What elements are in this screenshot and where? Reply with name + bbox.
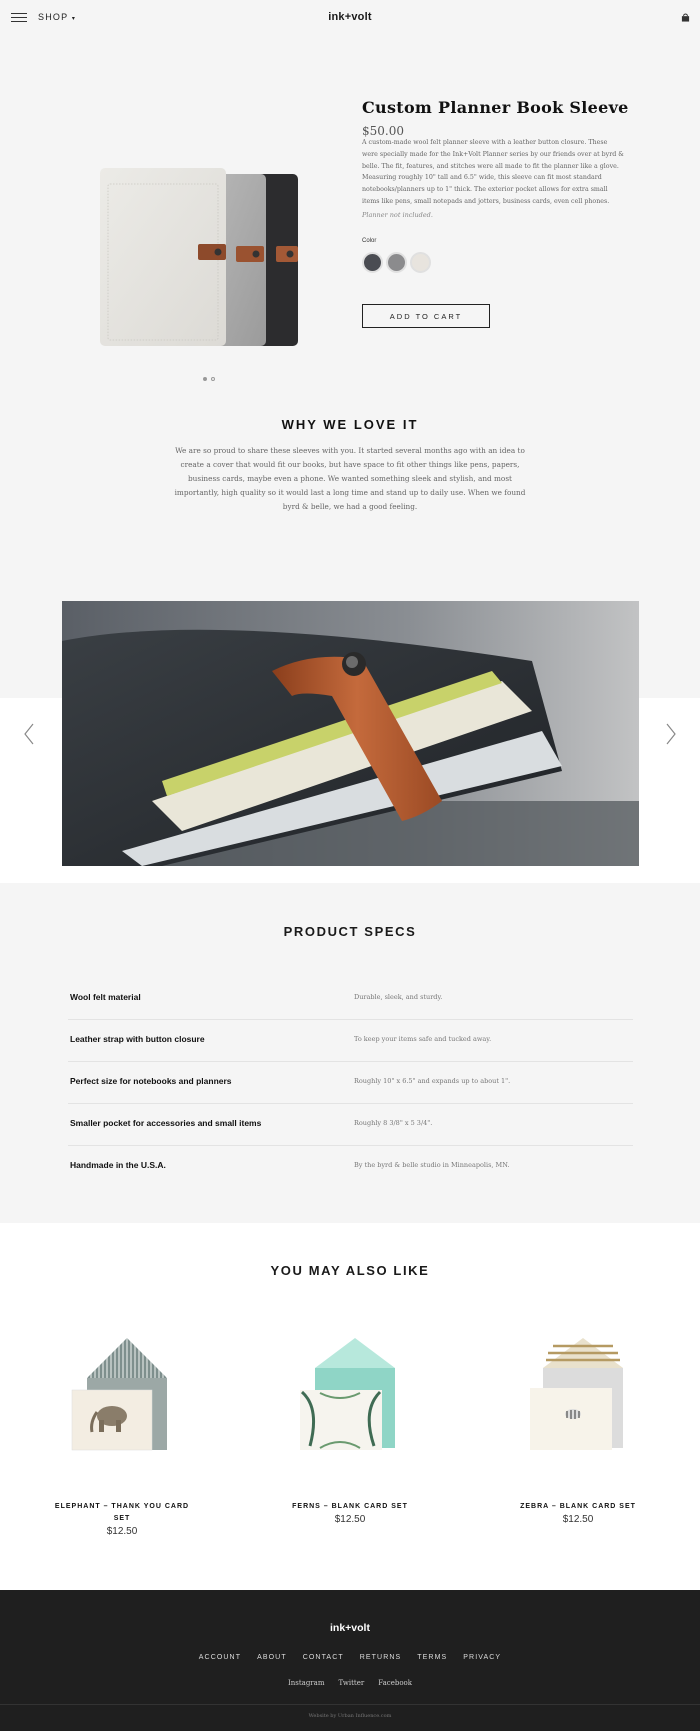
specs-title: PRODUCT SPECS: [283, 924, 417, 939]
shopping-bag-icon[interactable]: [681, 13, 690, 22]
spec-name: Smaller pocket for accessories and small…: [70, 1118, 262, 1128]
color-swatch-gray[interactable]: [386, 252, 407, 273]
footer-link-returns[interactable]: RETURNS: [360, 1654, 402, 1661]
spec-row: Smaller pocket for accessories and small…: [68, 1104, 633, 1146]
footer-link-terms[interactable]: TERMS: [417, 1654, 447, 1661]
product-card-name: ELEPHANT – THANK YOU CARD SET: [54, 1503, 190, 1522]
site-header: SHOP ▾ ink+volt: [0, 0, 700, 36]
carousel-dot[interactable]: [203, 377, 207, 381]
spec-value: Roughly 8 3/8" x 5 3/4".: [354, 1119, 433, 1127]
footer-credit[interactable]: Website by Urban Influence.com: [0, 1713, 700, 1719]
color-swatch-charcoal[interactable]: [362, 252, 383, 273]
footer-link-about[interactable]: ABOUT: [257, 1654, 287, 1661]
related-title: YOU MAY ALSO LIKE: [270, 1263, 430, 1278]
gallery-image: [62, 601, 639, 866]
color-swatch-oatmeal[interactable]: [410, 252, 431, 273]
product-card-price: $12.50: [562, 1514, 594, 1525]
color-label: Color: [362, 238, 377, 244]
footer-logo[interactable]: ink+volt: [0, 1622, 700, 1634]
product-thumbnail: [530, 1338, 623, 1450]
social-link-facebook[interactable]: Facebook: [378, 1679, 412, 1687]
product-price: $50.00: [362, 124, 404, 138]
product-card-zebra[interactable]: ZEBRA – BLANK CARD SET $12.50: [508, 1338, 648, 1525]
product-thumbnail: [71, 1338, 167, 1451]
product-card-price: $12.50: [334, 1514, 366, 1525]
gallery-photo: [62, 601, 639, 866]
why-text: We are so proud to share these sleeves w…: [174, 446, 526, 511]
related-products-section: YOU MAY ALSO LIKE ELEPHANT – THANK YOU C…: [0, 1223, 700, 1590]
social-link-twitter[interactable]: Twitter: [338, 1679, 364, 1687]
product-card-ferns[interactable]: FERNS – BLANK CARD SET $12.50: [280, 1338, 420, 1525]
gallery-prev-arrow-icon[interactable]: [22, 722, 36, 746]
gallery-next-arrow-icon[interactable]: [664, 722, 678, 746]
footer-link-account[interactable]: ACCOUNT: [199, 1654, 241, 1661]
product-thumbnail: [300, 1338, 395, 1450]
why-title: WHY WE LOVE IT: [281, 417, 419, 432]
spec-value: By the byrd & belle studio in Minneapoli…: [354, 1161, 510, 1169]
product-section: Custom Planner Book Sleeve $50.00 A cust…: [0, 36, 700, 698]
carousel-dot[interactable]: [211, 377, 215, 381]
add-to-cart-button[interactable]: ADD TO CART: [362, 304, 490, 328]
footer-social: Instagram Twitter Facebook: [0, 1679, 700, 1687]
product-card-name: FERNS – BLANK CARD SET: [292, 1503, 408, 1510]
product-card-name: ZEBRA – BLANK CARD SET: [520, 1503, 636, 1510]
footer-links: ACCOUNT ABOUT CONTACT RETURNS TERMS PRIV…: [0, 1654, 700, 1661]
product-image: [100, 168, 298, 346]
spec-row: Leather strap with button closure To kee…: [68, 1020, 633, 1062]
product-description: A custom-made wool felt planner sleeve w…: [362, 139, 624, 205]
color-swatches: [362, 252, 431, 273]
product-note: Planner not included.: [362, 211, 433, 219]
product-card-elephant[interactable]: ELEPHANT – THANK YOU CARD SET $12.50: [52, 1338, 192, 1537]
site-footer: ink+volt ACCOUNT ABOUT CONTACT RETURNS T…: [0, 1590, 700, 1731]
spec-name: Perfect size for notebooks and planners: [70, 1076, 232, 1086]
spec-name: Handmade in the U.S.A.: [70, 1160, 166, 1170]
spec-name: Leather strap with button closure: [70, 1034, 205, 1044]
carousel-dots: [203, 377, 215, 381]
social-link-instagram[interactable]: Instagram: [288, 1679, 325, 1687]
product-title: Custom Planner Book Sleeve: [362, 98, 629, 117]
spec-value: Durable, sleek, and sturdy.: [354, 993, 443, 1001]
spec-row: Wool felt material Durable, sleek, and s…: [68, 978, 633, 1020]
product-card-price: $12.50: [106, 1526, 138, 1537]
spec-value: To keep your items safe and tucked away.: [354, 1035, 492, 1043]
site-logo[interactable]: ink+volt: [0, 11, 700, 23]
spec-name: Wool felt material: [70, 992, 141, 1002]
spec-row: Perfect size for notebooks and planners …: [68, 1062, 633, 1104]
footer-divider: [0, 1704, 700, 1705]
footer-link-contact[interactable]: CONTACT: [303, 1654, 344, 1661]
footer-link-privacy[interactable]: PRIVACY: [463, 1654, 501, 1661]
spec-row: Handmade in the U.S.A. By the byrd & bel…: [68, 1146, 633, 1188]
spec-value: Roughly 10" x 6.5" and expands up to abo…: [354, 1077, 511, 1085]
product-specs-section: PRODUCT SPECS Wool felt material Durable…: [0, 883, 700, 1223]
